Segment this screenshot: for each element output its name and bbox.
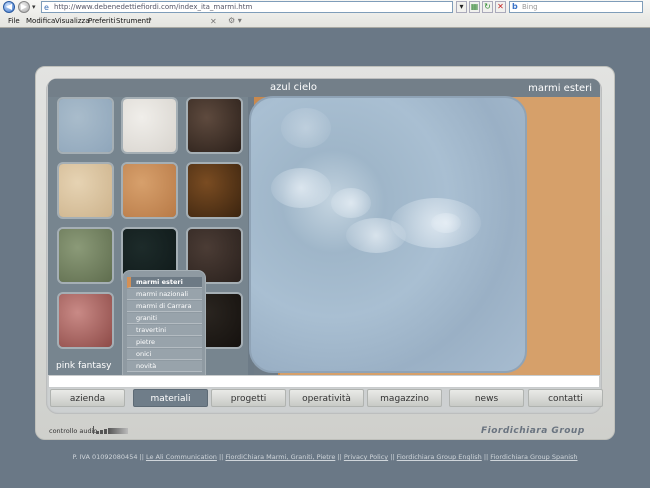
audio-bar [108,428,128,434]
swatch-texture [188,164,241,217]
swatch-rosso-veined[interactable] [121,162,178,219]
history-dropdown-icon[interactable]: ▾ [32,3,36,11]
footer-link[interactable]: Le Ali Communication [146,453,217,461]
footer-link[interactable]: Fiordichiara Group English [397,453,482,461]
audio-control-label: controllo audio [49,427,98,435]
nav-azienda[interactable]: azienda [50,389,125,407]
category-item[interactable]: marmi nazionali [127,289,202,300]
refresh-icon[interactable]: ↻ [482,1,493,13]
footer-link[interactable]: Privacy Policy [344,453,388,461]
search-placeholder: Bing [522,3,538,11]
nav-materiali[interactable]: materiali [133,389,208,407]
link-separator: || [335,453,344,461]
search-input[interactable]: b Bing [509,1,643,13]
link-separator: || [137,453,146,461]
nav-contatti[interactable]: contatti [528,389,603,407]
stone-texture [331,188,371,218]
swatch-pink-fantasy[interactable] [57,292,114,349]
address-row: ◀ ▶ ▾ e http://www.debenedettiefiordi.co… [0,0,650,14]
swatch-texture [188,99,241,152]
nav-progetti[interactable]: progetti [211,389,286,407]
swatch-azul-cielo[interactable] [57,97,114,154]
link-separator: || [388,453,397,461]
menu-preferiti[interactable]: Preferiti [88,17,115,26]
page-favicon-icon: e [44,3,49,12]
nav-operativit[interactable]: operatività [289,389,364,407]
swatch-texture [59,164,112,217]
swatch-texture [123,164,176,217]
vat-number: P. IVA 01092080454 [72,453,138,461]
swatch-texture [123,99,176,152]
stone-texture [431,213,461,233]
close-toolbar-icon[interactable]: ✕ [210,17,217,26]
footer-links: P. IVA 01092080454 || Le Ali Communicati… [0,453,650,461]
forward-icon[interactable]: ▶ [18,1,30,13]
bing-logo-icon: b [512,2,518,11]
link-separator: || [481,453,491,461]
swatch-brown-breccia[interactable] [186,162,243,219]
audio-bar [96,431,99,434]
menu-modifica[interactable]: Modifica [26,17,55,26]
title-strip: azul cielo marmi esteri [48,79,600,97]
address-dropdown-icon[interactable]: ▾ [456,1,467,13]
swatch-verde[interactable] [57,227,114,284]
swatch-crema[interactable] [57,162,114,219]
category-item[interactable]: travertini [127,325,202,336]
footer-link[interactable]: FiordiChiara Marmi, Graniti, Pietre [225,453,335,461]
brand-logo: Fiordichiara Group [481,426,585,436]
stone-texture [281,108,331,148]
swatch-white-marble[interactable] [121,97,178,154]
category-menu: marmi esteri marmi nazionali marmi di Carr… [122,270,206,376]
hovered-stone-label: pink fantasy [56,361,112,371]
category-item[interactable]: marmi di Carrara [127,301,202,312]
category-title: marmi esteri [528,83,592,94]
nav-magazzino[interactable]: magazzino [367,389,442,407]
nav-news[interactable]: news [449,389,524,407]
swatch-texture [59,229,112,282]
swatch-texture [59,294,112,347]
audio-bar [104,429,107,434]
main-nav: azienda materiali progetti operatività magaz… [48,389,603,407]
category-item[interactable]: marmi esteri [127,277,202,288]
swatch-texture [59,99,112,152]
stone-preview-image [249,96,527,373]
audio-bar [100,430,103,434]
stone-texture [271,168,331,208]
audio-meter[interactable] [93,426,128,434]
category-item[interactable]: pietre [127,337,202,348]
stone-texture [346,218,406,253]
back-icon[interactable]: ◀ [3,1,15,13]
stop-icon[interactable]: ✕ [495,1,506,13]
stone-title: azul cielo [270,82,317,93]
swatch-dark-breccia[interactable] [186,97,243,154]
menu-file[interactable]: File [8,17,20,26]
menu-help[interactable]: ? [148,17,152,26]
category-item[interactable]: novità [127,361,202,372]
address-text: http://www.debenedettiefiordi.com/index_… [54,3,253,11]
menu-visualizza[interactable]: Visualizza [55,17,89,26]
menu-strumenti[interactable]: Strumenti [116,17,151,26]
footer-link[interactable]: Fiordichiara Group Spanish [490,453,577,461]
gear-icon[interactable]: ⚙ ▾ [228,16,246,27]
browser-chrome: ◀ ▶ ▾ e http://www.debenedettiefiordi.co… [0,0,650,28]
menu-bar: File Modifica Visualizza Preferiti Strum… [0,15,650,28]
category-item[interactable]: onici [127,349,202,360]
category-item[interactable]: graniti [127,313,202,324]
compat-view-icon[interactable]: ▦ [469,1,480,13]
address-bar[interactable]: e http://www.debenedettiefiordi.com/inde… [41,1,453,13]
status-strip [48,375,600,388]
